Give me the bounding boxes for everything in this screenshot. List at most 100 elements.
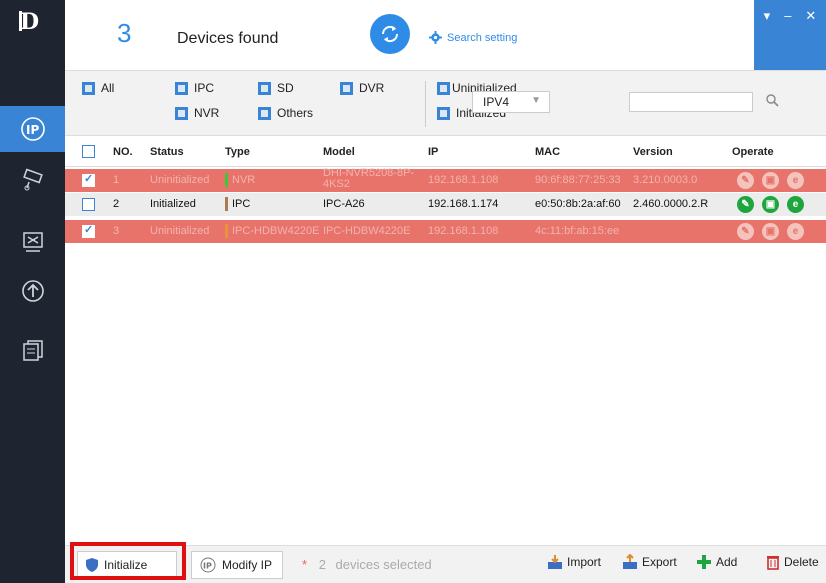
row-operations: ✎ ▣ e — [737, 223, 804, 240]
edit-icon[interactable]: ✎ — [737, 172, 754, 189]
menu-dropdown-icon[interactable]: ▾ — [764, 8, 771, 70]
row-checkbox[interactable] — [82, 172, 95, 187]
column-version: Version — [633, 146, 673, 158]
import-icon — [548, 555, 562, 569]
search-input[interactable] — [629, 92, 753, 112]
edit-icon[interactable]: ✎ — [737, 223, 754, 240]
import-label: Import — [567, 555, 602, 569]
checkbox[interactable] — [175, 106, 188, 120]
edit-icon[interactable]: ✎ — [737, 196, 754, 213]
app-logo: D — [18, 8, 46, 38]
type-indicator — [225, 224, 228, 238]
table-row[interactable]: 2 Initialized IPC IPC-A26 192.168.1.174 … — [65, 193, 826, 216]
filter-all-label: All — [101, 81, 115, 95]
device-count: 3 — [117, 18, 132, 48]
device-icon[interactable]: ▣ — [762, 223, 779, 240]
row-operations: ✎ ▣ e — [737, 172, 804, 189]
ip-icon: IP — [200, 557, 216, 573]
modify-ip-label: Modify IP — [222, 558, 273, 572]
row-checkbox[interactable] — [82, 198, 95, 211]
row-operations: ✎ ▣ e — [737, 196, 804, 213]
filter-others-label: Others — [277, 106, 314, 120]
divider — [425, 81, 426, 127]
search-icon[interactable] — [765, 93, 779, 110]
filter-all[interactable]: All — [82, 81, 114, 95]
web-icon[interactable]: e — [787, 196, 804, 213]
row-ip: 192.168.1.174 — [428, 198, 499, 210]
checkbox[interactable] — [175, 81, 188, 95]
selected-count: 2 — [318, 557, 326, 572]
export-icon — [623, 554, 637, 569]
svg-text:IP: IP — [26, 123, 39, 137]
device-icon[interactable]: ▣ — [762, 196, 779, 213]
column-mac: MAC — [535, 146, 561, 158]
plus-icon — [697, 555, 711, 569]
row-mac: e0:50:8b:2a:af:60 — [535, 198, 621, 210]
row-type: NVR — [232, 174, 256, 186]
row-checkbox[interactable] — [82, 223, 95, 238]
refresh-search-button[interactable] — [370, 14, 410, 54]
filter-others[interactable]: Others — [258, 106, 313, 120]
refresh-icon — [381, 25, 399, 43]
filter-ipc-label: IPC — [194, 81, 215, 95]
nav-docs-icon[interactable] — [0, 326, 65, 372]
svg-text:D: D — [20, 9, 39, 34]
table-row[interactable]: 1 Uninitialized NVR DHI-NVR5208-8P-4KS2 … — [65, 167, 826, 192]
filter-sd[interactable]: SD — [258, 81, 294, 95]
column-ip: IP — [428, 146, 439, 158]
checkbox[interactable] — [82, 81, 95, 95]
web-icon[interactable]: e — [787, 223, 804, 240]
nav-upgrade-icon[interactable] — [0, 268, 65, 314]
add-label: Add — [716, 555, 738, 569]
row-no: 3 — [113, 225, 120, 237]
sidebar: D IP — [0, 0, 65, 583]
minimize-icon[interactable]: – — [784, 8, 791, 70]
selected-devices-info: * 2 devices selected — [302, 557, 432, 572]
row-version: 3.210.0003.0 — [633, 174, 698, 186]
nav-camera-icon[interactable] — [0, 156, 65, 202]
row-mac: 4c:11:bf:ab:15:ee — [535, 225, 620, 237]
row-status: Uninitialized — [150, 174, 210, 186]
row-model: DHI-NVR5208-8P-4KS2 — [323, 167, 415, 190]
svg-text:IP: IP — [203, 562, 212, 571]
add-button[interactable]: Add — [696, 554, 737, 570]
window-controls: ▾ – ✕ — [754, 0, 826, 70]
row-model: IPC-A26 — [323, 198, 365, 210]
modify-ip-button[interactable]: IP Modify IP — [191, 551, 283, 579]
filter-nvr[interactable]: NVR — [175, 106, 219, 120]
checkbox[interactable] — [437, 81, 450, 95]
star-icon: * — [302, 557, 308, 572]
row-ip: 192.168.1.108 — [428, 225, 499, 237]
column-no: NO. — [113, 146, 133, 158]
table-header: NO. Status Type Model IP MAC Version Ope… — [65, 137, 826, 167]
ip-version-value: IPV4 — [483, 95, 510, 109]
device-icon[interactable]: ▣ — [762, 172, 779, 189]
web-icon[interactable]: e — [787, 172, 804, 189]
filter-nvr-label: NVR — [194, 106, 220, 120]
row-ip: 192.168.1.108 — [428, 174, 499, 186]
table-row[interactable]: 3 Uninitialized IPC-HDBW4220E IPC-HDBW42… — [65, 220, 826, 243]
checkbox[interactable] — [258, 81, 271, 95]
column-operate: Operate — [732, 146, 774, 158]
select-all-checkbox[interactable] — [82, 145, 95, 158]
export-button[interactable]: Export — [622, 554, 677, 570]
chevron-down-icon: ▼ — [531, 95, 541, 106]
import-button[interactable]: Import — [547, 554, 601, 570]
delete-button[interactable]: Delete — [766, 554, 819, 570]
type-indicator — [225, 173, 228, 187]
checkbox[interactable] — [258, 106, 271, 120]
filter-ipc[interactable]: IPC — [175, 81, 214, 95]
ip-version-select[interactable]: IPV4 ▼ — [472, 91, 550, 113]
row-mac: 90:6f:88:77:25:33 — [535, 174, 621, 186]
row-status: Uninitialized — [150, 225, 210, 237]
filter-dvr[interactable]: DVR — [340, 81, 384, 95]
checkbox[interactable] — [437, 106, 450, 120]
close-icon[interactable]: ✕ — [805, 8, 816, 70]
row-version: 2.460.0000.2.R — [633, 198, 709, 210]
nav-device-init-icon[interactable]: IP — [0, 106, 65, 152]
nav-tools-icon[interactable] — [0, 219, 65, 265]
column-status: Status — [150, 146, 184, 158]
checkbox[interactable] — [340, 81, 353, 95]
row-no: 1 — [113, 174, 120, 186]
search-setting-link[interactable]: Search setting — [429, 31, 517, 44]
